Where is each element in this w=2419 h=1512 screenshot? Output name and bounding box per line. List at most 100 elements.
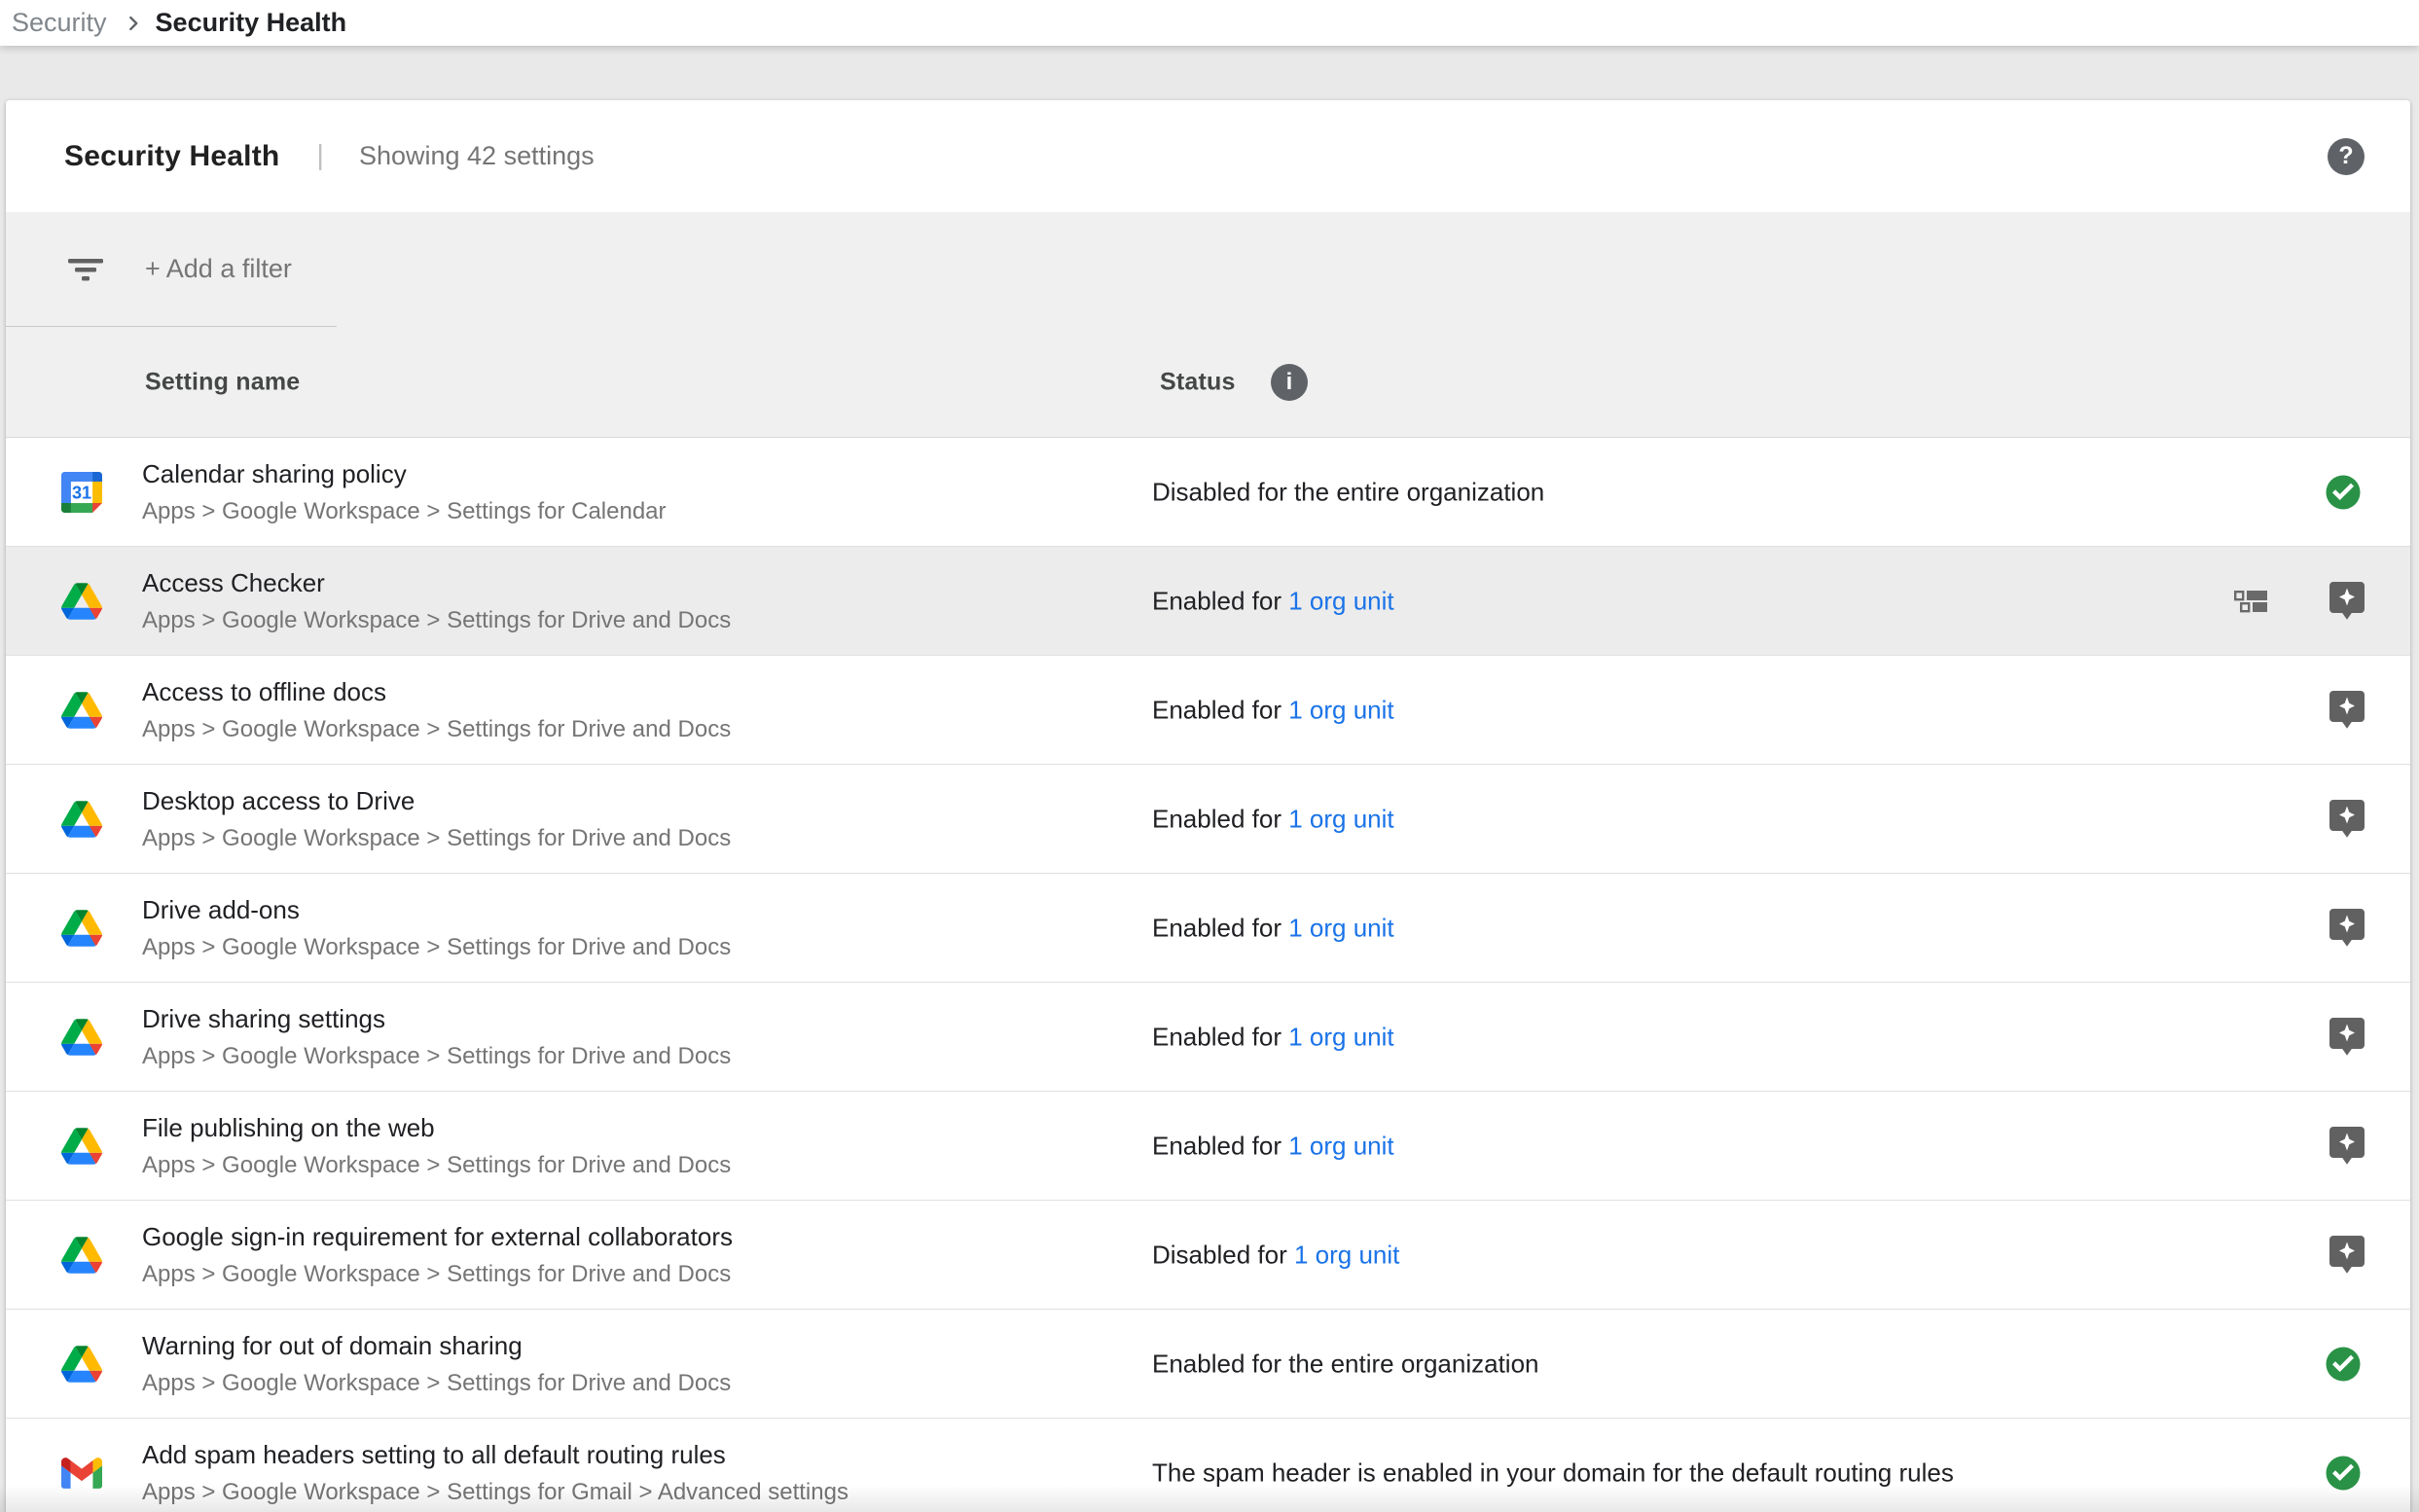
org-unit-link[interactable]: 1 org unit [1282,1131,1394,1160]
setting-path: Apps > Google Workspace > Settings for D… [142,607,731,634]
status-text: Enabled for [1152,804,1282,833]
setting-path: Apps > Google Workspace > Settings for D… [142,1043,731,1070]
setting-text: Access Checker Apps > Google Workspace >… [142,568,731,634]
setting-text: Google sign-in requirement for external … [142,1222,733,1288]
table-row[interactable]: File publishing on the web Apps > Google… [6,1092,2410,1201]
setting-text: Drive sharing settings Apps > Google Wor… [142,1004,731,1070]
settings-count-label: Showing 42 settings [359,141,595,171]
chevron-right-icon [121,11,146,36]
setting-text: Access to offline docs Apps > Google Wor… [142,677,731,743]
recommendation-badge-icon[interactable] [2329,1127,2365,1166]
setting-title: Drive sharing settings [142,1004,731,1034]
filter-list-icon [64,248,107,291]
setting-status: Enabled for 1 org unit [1152,804,1394,834]
setting-status: The spam header is enabled in your domai… [1152,1458,1954,1488]
recommendation-badge-icon[interactable] [2329,582,2365,621]
table-row[interactable]: Access Checker Apps > Google Workspace >… [6,547,2410,656]
page-title: Security Health [64,140,279,173]
add-filter-bar[interactable]: + Add a filter [6,212,2410,326]
setting-path: Apps > Google Workspace > Settings for D… [142,1261,733,1288]
setting-path: Apps > Google Workspace > Settings for G… [142,1479,848,1506]
status-text: The spam header is enabled in your domai… [1152,1458,1954,1487]
table-row[interactable]: Warning for out of domain sharing Apps >… [6,1310,2410,1419]
help-icon[interactable]: ? [2328,138,2365,175]
table-header: Setting name Status i [6,327,2410,437]
google-drive-icon [61,908,102,949]
org-unit-link[interactable]: 1 org unit [1282,804,1394,833]
table-row[interactable]: Drive sharing settings Apps > Google Wor… [6,983,2410,1092]
setting-title: Add spam headers setting to all default … [142,1440,848,1470]
setting-status: Disabled for 1 org unit [1152,1240,1399,1270]
svg-text:31: 31 [72,483,91,502]
table-row[interactable]: Desktop access to Drive Apps > Google Wo… [6,765,2410,874]
gmail-icon [61,1457,102,1490]
org-unit-link[interactable]: 1 org unit [1282,913,1394,942]
setting-status: Enabled for 1 org unit [1152,913,1394,943]
setting-status: Enabled for 1 org unit [1152,1022,1394,1052]
settings-list: 31 Calendar sharing policy Apps > Google… [6,437,2410,1512]
title-separator: | [316,140,324,172]
google-drive-icon [61,1344,102,1385]
table-row[interactable]: 31 Calendar sharing policy Apps > Google… [6,438,2410,547]
breadcrumb-parent-link[interactable]: Security [12,8,107,38]
status-ok-icon [2323,472,2364,513]
table-row[interactable]: Access to offline docs Apps > Google Wor… [6,656,2410,765]
org-unit-link[interactable]: 1 org unit [1287,1240,1400,1269]
setting-title: Drive add-ons [142,895,731,925]
google-drive-icon [61,1126,102,1167]
org-unit-link[interactable]: 1 org unit [1282,695,1394,724]
google-drive-icon [61,581,102,622]
setting-title: Calendar sharing policy [142,459,667,489]
org-unit-link[interactable]: 1 org unit [1282,586,1394,615]
recommendation-badge-icon[interactable] [2329,1018,2365,1057]
security-health-card: Security Health | Showing 42 settings ? … [6,100,2410,1512]
setting-title: Access Checker [142,568,731,598]
setting-title: Google sign-in requirement for external … [142,1222,733,1252]
filter-and-header-band: + Add a filter Setting name Status i [6,212,2410,437]
status-text: Enabled for [1152,913,1282,942]
setting-status: Enabled for 1 org unit [1152,695,1394,725]
setting-title: Warning for out of domain sharing [142,1331,731,1361]
recommendation-badge-icon[interactable] [2329,1236,2365,1275]
setting-text: Add spam headers setting to all default … [142,1440,848,1506]
status-text: Enabled for the entire organization [1152,1349,1539,1378]
setting-path: Apps > Google Workspace > Settings for C… [142,498,667,525]
setting-status: Enabled for 1 org unit [1152,586,1394,616]
status-text: Enabled for [1152,1131,1282,1160]
recommendation-badge-icon[interactable] [2329,909,2365,948]
org-unit-link[interactable]: 1 org unit [1282,1022,1394,1051]
column-header-setting-name: Setting name [145,368,300,396]
status-ok-icon [2323,1344,2364,1385]
setting-path: Apps > Google Workspace > Settings for D… [142,934,731,961]
recommendation-badge-icon[interactable] [2329,800,2365,839]
google-drive-icon [61,799,102,840]
setting-text: Calendar sharing policy Apps > Google Wo… [142,459,667,525]
org-structure-icon [2234,590,2267,613]
google-calendar-icon: 31 [61,472,102,513]
column-header-status: Status [1160,368,1236,396]
card-header: Security Health | Showing 42 settings ? [6,100,2410,212]
table-row[interactable]: Google sign-in requirement for external … [6,1201,2410,1310]
setting-path: Apps > Google Workspace > Settings for D… [142,825,731,852]
setting-text: Warning for out of domain sharing Apps >… [142,1331,731,1397]
setting-path: Apps > Google Workspace > Settings for D… [142,716,731,743]
page-background: Security Health | Showing 42 settings ? … [0,46,2419,1512]
table-row[interactable]: Drive add-ons Apps > Google Workspace > … [6,874,2410,983]
status-info-icon[interactable]: i [1271,364,1308,401]
setting-title: Desktop access to Drive [142,786,731,816]
breadcrumb-current: Security Health [156,8,347,38]
setting-title: Access to offline docs [142,677,731,707]
status-text: Enabled for [1152,586,1282,615]
setting-text: File publishing on the web Apps > Google… [142,1113,731,1179]
breadcrumb: Security Security Health [0,0,2419,46]
status-text: Enabled for [1152,1022,1282,1051]
status-text: Enabled for [1152,695,1282,724]
recommendation-badge-icon[interactable] [2329,691,2365,730]
google-drive-icon [61,690,102,731]
google-drive-icon [61,1017,102,1058]
setting-text: Drive add-ons Apps > Google Workspace > … [142,895,731,961]
table-row[interactable]: Add spam headers setting to all default … [6,1419,2410,1512]
status-text: Disabled for the entire organization [1152,477,1544,506]
setting-status: Disabled for the entire organization [1152,477,1544,507]
setting-status: Enabled for 1 org unit [1152,1131,1394,1161]
